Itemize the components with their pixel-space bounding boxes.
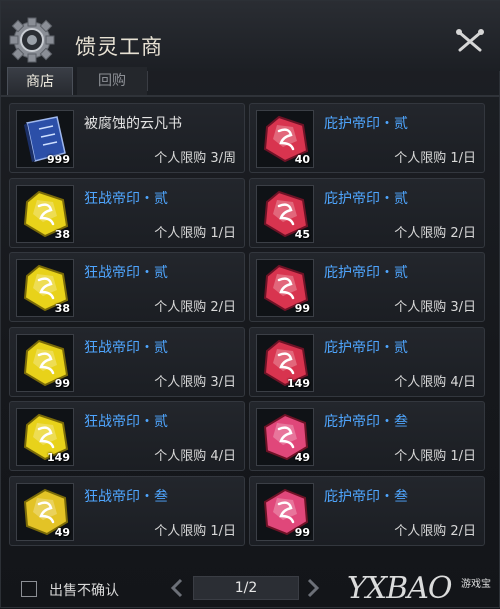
item-name: 狂战帝印・贰 bbox=[84, 339, 168, 356]
item-price: 99 bbox=[294, 525, 310, 539]
item-name: 被腐蚀的云凡书 bbox=[84, 116, 182, 132]
item-purchase-limit: 个人限购 3/日 bbox=[394, 300, 476, 315]
item-purchase-limit: 个人限购 3/周 bbox=[154, 151, 236, 166]
item-purchase-limit: 个人限购 4/日 bbox=[394, 374, 476, 390]
window-title: 馈灵工商 bbox=[75, 35, 163, 59]
shop-item-card[interactable]: 45 庇护帝印・贰个人限购 2/日 bbox=[249, 177, 485, 248]
crossed-tools-icon[interactable] bbox=[453, 27, 487, 55]
item-name: 庇护帝印・叁 bbox=[324, 488, 408, 505]
item-price: 45 bbox=[294, 227, 310, 241]
page-indicator: 1/2 bbox=[193, 576, 299, 600]
item-icon-slot[interactable]: 99 bbox=[256, 259, 314, 317]
item-icon-slot[interactable]: 49 bbox=[256, 408, 314, 466]
item-icon-slot[interactable]: 99 bbox=[256, 482, 314, 541]
tab-bar: 商店 回购 bbox=[1, 67, 500, 97]
item-name: 庇护帝印・贰 bbox=[324, 339, 408, 356]
tab-divider bbox=[147, 71, 148, 91]
item-price: 38 bbox=[54, 227, 70, 241]
item-purchase-limit: 个人限购 1/日 bbox=[154, 523, 236, 539]
item-name: 狂战帝印・贰 bbox=[84, 190, 168, 207]
tab-shop[interactable]: 商店 bbox=[7, 67, 73, 95]
item-icon-slot[interactable]: 40 bbox=[256, 110, 314, 168]
item-purchase-limit: 个人限购 1/日 bbox=[394, 449, 476, 464]
item-purchase-limit: 个人限购 3/日 bbox=[154, 374, 236, 390]
item-icon-slot[interactable]: 149 bbox=[16, 408, 74, 466]
item-name: 狂战帝印・贰 bbox=[84, 265, 168, 281]
item-price: 49 bbox=[54, 525, 70, 539]
item-purchase-limit: 个人限购 1/日 bbox=[394, 151, 476, 166]
shop-item-card[interactable]: 99 庇护帝印・叁个人限购 2/日 bbox=[249, 475, 485, 546]
shop-item-card[interactable]: 149 庇护帝印・贰个人限购 4/日 bbox=[249, 326, 485, 397]
shop-item-card[interactable]: 40 庇护帝印・贰个人限购 1/日 bbox=[249, 103, 485, 173]
item-icon-slot[interactable]: 99 bbox=[16, 333, 74, 392]
item-price: 99 bbox=[54, 376, 70, 390]
watermark-sub: 游戏宝 bbox=[461, 579, 491, 590]
window-header: 馈灵工商 bbox=[1, 1, 500, 71]
watermark-logo: YXBAO bbox=[347, 571, 452, 606]
shop-item-card[interactable]: 38 狂战帝印・贰个人限购 2/日 bbox=[9, 252, 245, 322]
item-price: 149 bbox=[47, 451, 70, 464]
chevron-right-icon[interactable] bbox=[303, 577, 323, 599]
item-name: 狂战帝印・贰 bbox=[84, 414, 168, 430]
item-price: 999 bbox=[47, 153, 70, 166]
item-icon-slot[interactable]: 999 bbox=[16, 110, 74, 168]
tab-buyback[interactable]: 回购 bbox=[77, 67, 147, 95]
item-icon-slot[interactable]: 38 bbox=[16, 259, 74, 317]
shop-item-card[interactable]: 38 狂战帝印・贰个人限购 1/日 bbox=[9, 177, 245, 248]
checkbox-label: 出售不确认 bbox=[49, 583, 119, 599]
item-purchase-limit: 个人限购 4/日 bbox=[154, 449, 236, 464]
item-purchase-limit: 个人限购 2/日 bbox=[394, 225, 476, 241]
item-price: 149 bbox=[287, 376, 310, 390]
footer: 出售不确认 1/2 YXBAO 游戏宝 bbox=[1, 567, 500, 609]
item-name: 庇护帝印・贰 bbox=[324, 190, 408, 207]
item-price: 40 bbox=[294, 153, 310, 166]
shop-window: 馈灵工商 商店 回购 999 被腐蚀的云凡书 个人限购 3/周 40 庇护帝印・贰 个人限… bbox=[0, 0, 500, 608]
item-purchase-limit: 个人限购 2/日 bbox=[154, 300, 236, 315]
item-icon-slot[interactable]: 38 bbox=[16, 184, 74, 243]
shop-item-card[interactable]: 99 狂战帝印・贰个人限购 3/日 bbox=[9, 326, 245, 397]
shop-item-card[interactable]: 49 庇护帝印・叁个人限购 1/日 bbox=[249, 401, 485, 471]
item-name: 庇护帝印・叁 bbox=[324, 414, 408, 430]
shop-item-card[interactable]: 999 被腐蚀的云凡书个人限购 3/周 bbox=[9, 103, 245, 173]
item-name: 庇护帝印・贰 bbox=[324, 116, 408, 132]
item-icon-slot[interactable]: 149 bbox=[256, 333, 314, 392]
item-price: 49 bbox=[294, 451, 310, 464]
item-name: 狂战帝印・叁 bbox=[84, 488, 168, 505]
item-icon-slot[interactable]: 45 bbox=[256, 184, 314, 243]
chevron-left-icon[interactable] bbox=[167, 577, 187, 599]
item-price: 38 bbox=[54, 302, 70, 315]
item-purchase-limit: 个人限购 2/日 bbox=[394, 523, 476, 539]
sell-no-confirm-checkbox[interactable] bbox=[21, 581, 37, 597]
item-purchase-limit: 个人限购 1/日 bbox=[154, 225, 236, 241]
gear-icon bbox=[9, 17, 55, 63]
item-icon-slot[interactable]: 49 bbox=[16, 482, 74, 541]
item-price: 99 bbox=[294, 302, 310, 315]
shop-item-card[interactable]: 149 狂战帝印・贰个人限购 4/日 bbox=[9, 401, 245, 471]
shop-item-card[interactable]: 49 狂战帝印・叁个人限购 1/日 bbox=[9, 475, 245, 546]
shop-item-card[interactable]: 99 庇护帝印・贰个人限购 3/日 bbox=[249, 252, 485, 322]
item-name: 庇护帝印・贰 bbox=[324, 265, 408, 281]
